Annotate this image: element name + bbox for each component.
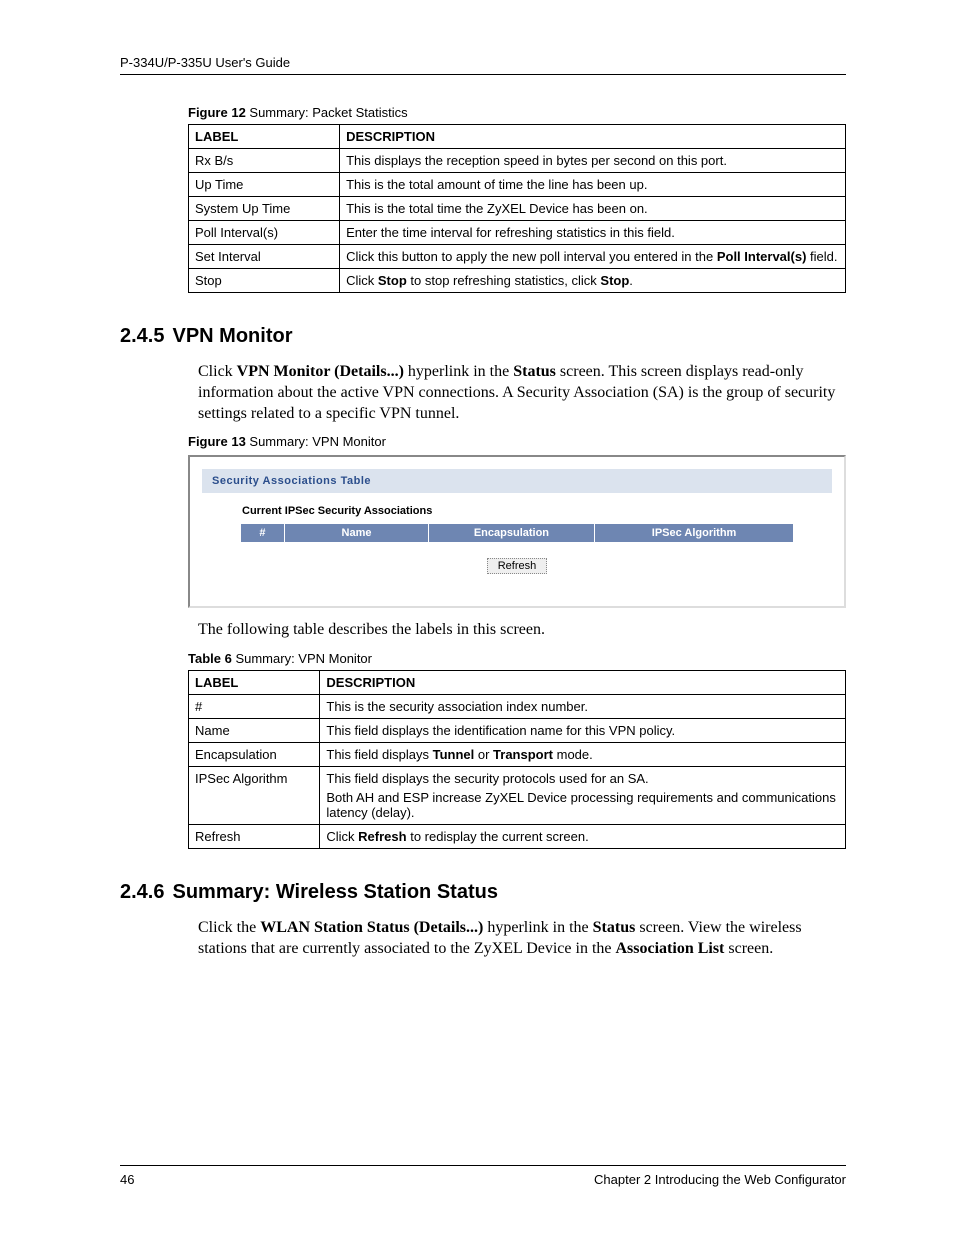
- table6-caption: Table 6 Summary: VPN Monitor: [188, 651, 846, 666]
- page-number: 46: [120, 1172, 134, 1187]
- th-desc: DESCRIPTION: [320, 671, 846, 695]
- table6-caption-text: Summary: VPN Monitor: [232, 651, 372, 666]
- table-row: StopClick Stop to stop refreshing statis…: [189, 269, 846, 293]
- figure13-screenshot: Security Associations Table Current IPSe…: [188, 455, 846, 608]
- section-246-heading: 2.4.6 Summary: Wireless Station Status: [120, 881, 846, 904]
- footer-rule: [120, 1165, 846, 1166]
- table-row: EncapsulationThis field displays Tunnel …: [189, 743, 846, 767]
- th-label: LABEL: [189, 125, 340, 149]
- table-row: NameThis field displays the identificati…: [189, 719, 846, 743]
- figure12-caption-bold: Figure 12: [188, 105, 246, 120]
- section-246-para: Click the WLAN Station Status (Details..…: [198, 918, 846, 960]
- sat-table: # Name Encapsulation IPSec Algorithm: [240, 523, 794, 543]
- sat-col-encap: Encapsulation: [428, 524, 594, 543]
- table-row: IPSec AlgorithmThis field displays the s…: [189, 767, 846, 825]
- sat-col-name: Name: [285, 524, 429, 543]
- table-row: Up TimeThis is the total amount of time …: [189, 173, 846, 197]
- section-number: 2.4.5: [120, 325, 164, 347]
- table-row: #This is the security association index …: [189, 695, 846, 719]
- table-row: System Up TimeThis is the total time the…: [189, 197, 846, 221]
- figure12-table: LABEL DESCRIPTION Rx B/sThis displays th…: [188, 124, 846, 293]
- sat-title: Security Associations Table: [202, 469, 832, 493]
- header-rule: [120, 74, 846, 75]
- table-row: Set IntervalClick this button to apply t…: [189, 245, 846, 269]
- section-title: Summary: Wireless Station Status: [172, 881, 497, 903]
- table-row: Poll Interval(s)Enter the time interval …: [189, 221, 846, 245]
- figure12-caption-text: Summary: Packet Statistics: [246, 105, 408, 120]
- figure13-caption: Figure 13 Summary: VPN Monitor: [188, 434, 846, 449]
- refresh-button[interactable]: Refresh: [487, 558, 548, 574]
- table-row: Rx B/sThis displays the reception speed …: [189, 149, 846, 173]
- figure13-caption-bold: Figure 13: [188, 434, 246, 449]
- chapter-label: Chapter 2 Introducing the Web Configurat…: [594, 1172, 846, 1187]
- figure12-caption: Figure 12 Summary: Packet Statistics: [188, 105, 846, 120]
- table-row: RefreshClick Refresh to redisplay the cu…: [189, 825, 846, 849]
- section-number: 2.4.6: [120, 881, 164, 903]
- th-label: LABEL: [189, 671, 320, 695]
- table6-table: LABEL DESCRIPTION #This is the security …: [188, 670, 846, 849]
- section-title: VPN Monitor: [172, 325, 292, 347]
- sat-col-algo: IPSec Algorithm: [594, 524, 793, 543]
- sat-col-num: #: [240, 524, 284, 543]
- table-header-row: LABEL DESCRIPTION: [189, 671, 846, 695]
- figure13-caption-text: Summary: VPN Monitor: [246, 434, 386, 449]
- section-245-heading: 2.4.5 VPN Monitor: [120, 325, 846, 348]
- section-245-para: Click VPN Monitor (Details...) hyperlink…: [198, 362, 846, 424]
- table-header-row: LABEL DESCRIPTION: [189, 125, 846, 149]
- sat-subtitle: Current IPSec Security Associations: [202, 493, 832, 523]
- running-header: P-334U/P-335U User's Guide: [120, 55, 846, 70]
- th-desc: DESCRIPTION: [340, 125, 846, 149]
- table6-intro: The following table describes the labels…: [198, 620, 846, 641]
- page-footer: 46 Chapter 2 Introducing the Web Configu…: [120, 1165, 846, 1187]
- table6-caption-bold: Table 6: [188, 651, 232, 666]
